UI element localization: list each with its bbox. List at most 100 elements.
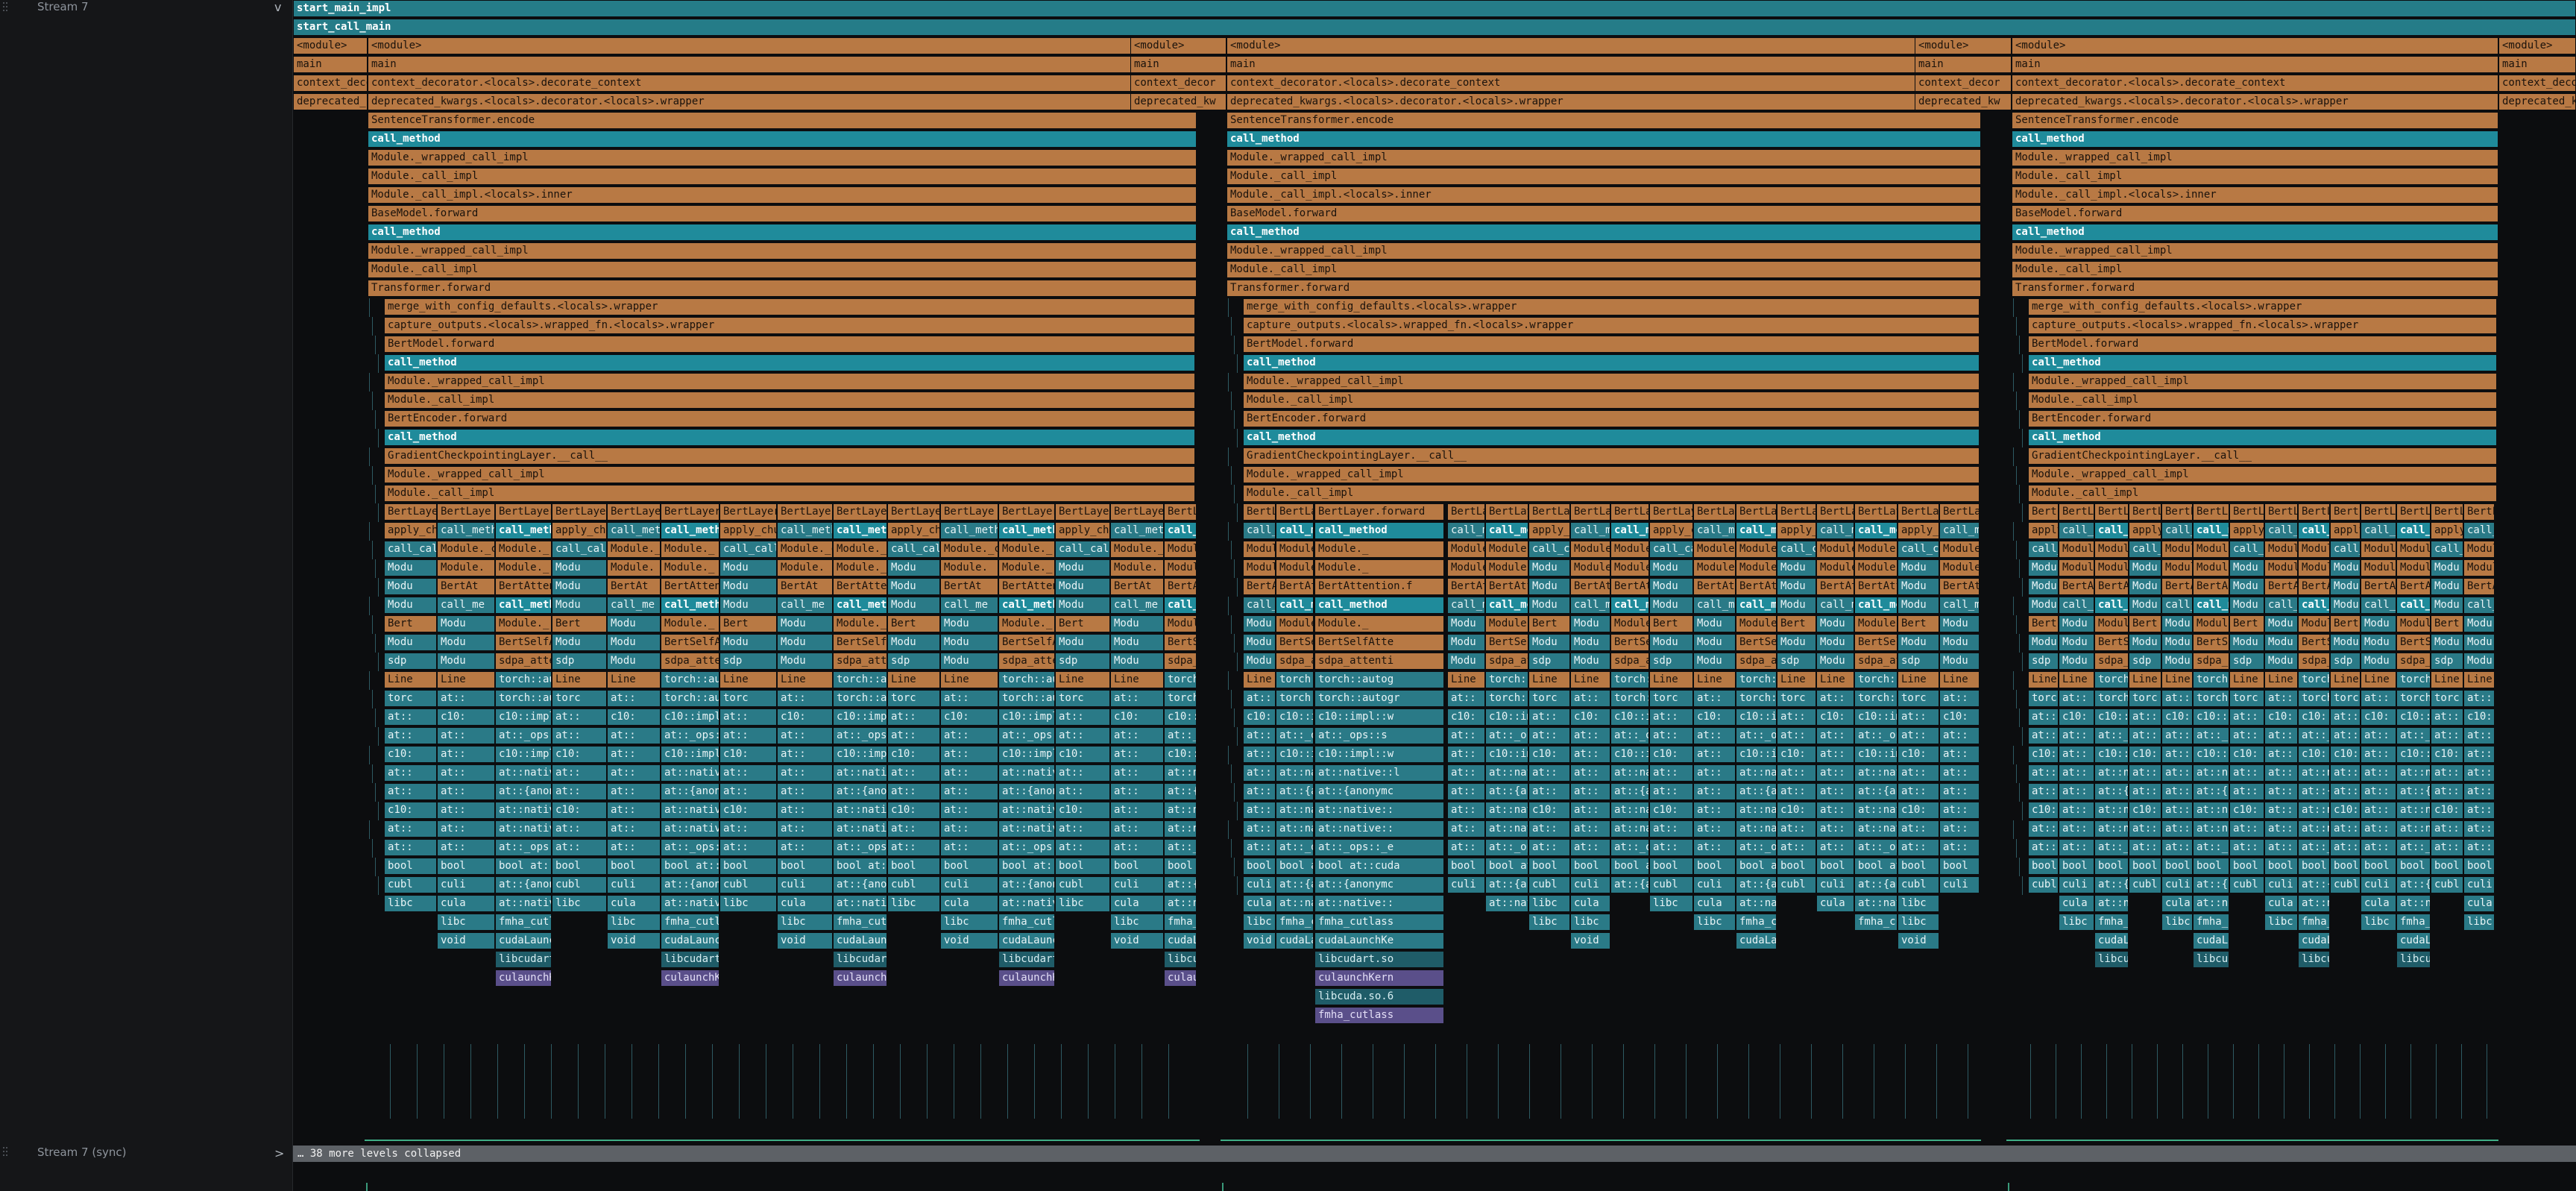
- flame-frame[interactable]: c10::impl::w: [2193, 746, 2229, 763]
- flame-frame[interactable]: Modu: [384, 597, 437, 614]
- flame-frame[interactable]: cubl: [2028, 876, 2059, 893]
- flame-frame[interactable]: BertSelfAtte: [998, 634, 1055, 651]
- flame-frame[interactable]: call_method: [1314, 597, 1444, 614]
- flame-frame[interactable]: torc: [887, 690, 940, 707]
- flame-frame[interactable]: at::_ops::_e: [1610, 839, 1649, 856]
- flame-frame[interactable]: <module>: [1915, 37, 2012, 54]
- flame-frame[interactable]: c10::impl::w: [495, 708, 552, 726]
- flame-frame[interactable]: call_me: [1816, 597, 1854, 614]
- flame-frame[interactable]: at::_ops::_e: [495, 839, 552, 856]
- flame-frame[interactable]: BertSelfAtte: [1736, 634, 1777, 651]
- flame-frame[interactable]: culi: [2059, 876, 2094, 893]
- flame-frame[interactable]: Modu: [1243, 615, 1276, 632]
- flame-frame[interactable]: fmha_cutlass: [833, 914, 887, 931]
- flame-frame[interactable]: libc: [437, 914, 495, 931]
- flame-frame[interactable]: Line: [777, 671, 833, 688]
- flame-frame[interactable]: at::: [1939, 746, 1980, 763]
- flame-frame[interactable]: capture_outputs.<locals>.wrapped_fn.<loc…: [384, 317, 1195, 334]
- flame-frame[interactable]: Modu: [2463, 615, 2495, 632]
- flame-frame[interactable]: torch::autogr: [1164, 690, 1197, 707]
- flame-frame[interactable]: Modu: [1898, 634, 1939, 651]
- flame-frame[interactable]: at::native::l: [833, 764, 887, 782]
- flame-frame[interactable]: BertLayer.forward: [2094, 503, 2129, 521]
- flame-frame[interactable]: apply_chunking_to: [2229, 522, 2264, 539]
- flame-frame[interactable]: at::: [719, 820, 777, 838]
- flame-frame[interactable]: Line: [552, 671, 607, 688]
- flame-frame[interactable]: Line: [719, 671, 777, 688]
- flame-frame[interactable]: cubl: [1898, 876, 1939, 893]
- flame-frame[interactable]: torch::autogr: [833, 690, 887, 707]
- flame-frame[interactable]: libc: [1528, 914, 1570, 931]
- flame-frame[interactable]: call_method: [1854, 522, 1898, 539]
- flame-frame[interactable]: Modu: [1570, 634, 1610, 651]
- flame-frame[interactable]: sdpa_attenti: [2396, 653, 2431, 670]
- flame-frame[interactable]: culaunchKern: [998, 970, 1055, 987]
- flame-frame[interactable]: Module._: [833, 559, 887, 576]
- flame-frame[interactable]: Module._call_impl: [2028, 485, 2497, 502]
- flame-frame[interactable]: Modu: [1528, 559, 1570, 576]
- flame-frame[interactable]: SentenceTransformer.encode: [1226, 112, 1981, 129]
- flame-frame[interactable]: Module._: [2298, 559, 2330, 576]
- flame-frame[interactable]: bool: [2129, 858, 2161, 875]
- flame-frame[interactable]: cubl: [1528, 876, 1570, 893]
- flame-frame[interactable]: BertLayer...: [552, 503, 607, 521]
- flame-frame[interactable]: Modu: [2330, 578, 2361, 595]
- flame-frame[interactable]: at::{anonymc: [1736, 876, 1777, 893]
- flame-frame[interactable]: Module._: [2396, 559, 2431, 576]
- flame-frame[interactable]: BertAttention.f: [1854, 578, 1898, 595]
- flame-frame[interactable]: Modu: [777, 634, 833, 651]
- flame-frame[interactable]: libc: [1898, 895, 1939, 912]
- flame-frame[interactable]: Modu: [2161, 653, 2193, 670]
- flame-frame[interactable]: c10:: [1777, 746, 1816, 763]
- flame-frame[interactable]: Line: [607, 671, 661, 688]
- flame-frame[interactable]: Modu: [2229, 634, 2264, 651]
- flame-frame[interactable]: c10:: [1649, 746, 1693, 763]
- flame-frame[interactable]: BertLayer.forward: [1854, 503, 1898, 521]
- flame-frame[interactable]: Line: [1693, 671, 1736, 688]
- flame-frame[interactable]: BertLaye: [2161, 503, 2193, 521]
- flame-frame[interactable]: Module._: [661, 559, 719, 576]
- flame-frame[interactable]: cubl: [2129, 876, 2161, 893]
- flame-frame[interactable]: BertLaye: [940, 503, 998, 521]
- flame-frame[interactable]: BertAt: [2059, 578, 2094, 595]
- flame-frame[interactable]: c10:: [2264, 708, 2298, 726]
- flame-frame[interactable]: Line: [2264, 671, 2298, 688]
- flame-frame[interactable]: c10::impl::w: [1164, 708, 1197, 726]
- flame-frame[interactable]: c10:: [2463, 708, 2495, 726]
- flame-frame[interactable]: at::: [2129, 783, 2161, 800]
- flame-frame[interactable]: call_method: [2012, 131, 2498, 148]
- flame-frame[interactable]: bool: [1816, 858, 1854, 875]
- flame-frame[interactable]: libcudart.so: [2094, 951, 2129, 968]
- flame-frame[interactable]: cudaLaunchKe: [2094, 932, 2129, 949]
- flame-frame[interactable]: c10:: [887, 746, 940, 763]
- flame-frame[interactable]: Modu: [1055, 597, 1110, 614]
- flame-frame[interactable]: c10:: [437, 708, 495, 726]
- flame-frame[interactable]: at::_ops::_e: [2193, 839, 2229, 856]
- flame-frame[interactable]: Module._: [1610, 615, 1649, 632]
- flame-frame[interactable]: deprecated_kw: [293, 93, 368, 110]
- flame-frame[interactable]: Module.: [2264, 559, 2298, 576]
- flame-frame[interactable]: Module._wrapped_call_impl: [368, 149, 1197, 166]
- flame-frame[interactable]: c10::impl::w: [1485, 746, 1528, 763]
- flame-frame[interactable]: call_meth: [1110, 522, 1164, 539]
- flame-frame[interactable]: at::: [1110, 820, 1164, 838]
- flame-frame[interactable]: call_method: [2298, 522, 2330, 539]
- flame-frame[interactable]: torch::autogr: [2094, 690, 2129, 707]
- flame-frame[interactable]: at::: [2129, 727, 2161, 744]
- flame-frame[interactable]: at::: [2431, 839, 2463, 856]
- flame-frame[interactable]: call_method: [368, 131, 1197, 148]
- flame-frame[interactable]: sdpa_attenti: [1485, 653, 1528, 670]
- flame-frame[interactable]: apply_chunking_to: [384, 522, 437, 539]
- flame-frame[interactable]: at::: [1243, 764, 1276, 782]
- flame-frame[interactable]: at::: [607, 690, 661, 707]
- flame-frame[interactable]: at::: [2431, 727, 2463, 744]
- flame-frame[interactable]: Module._: [495, 541, 552, 558]
- flame-frame[interactable]: bool at::cuda: [2094, 858, 2129, 875]
- flame-frame[interactable]: at::: [437, 746, 495, 763]
- flame-frame[interactable]: Modu: [1528, 578, 1570, 595]
- flame-frame[interactable]: at::native::: [1736, 820, 1777, 838]
- flame-frame[interactable]: at::: [1570, 746, 1610, 763]
- flame-frame[interactable]: bool at::cuda: [495, 858, 552, 875]
- flame-frame[interactable]: at::: [1110, 764, 1164, 782]
- flame-frame[interactable]: culi: [2264, 876, 2298, 893]
